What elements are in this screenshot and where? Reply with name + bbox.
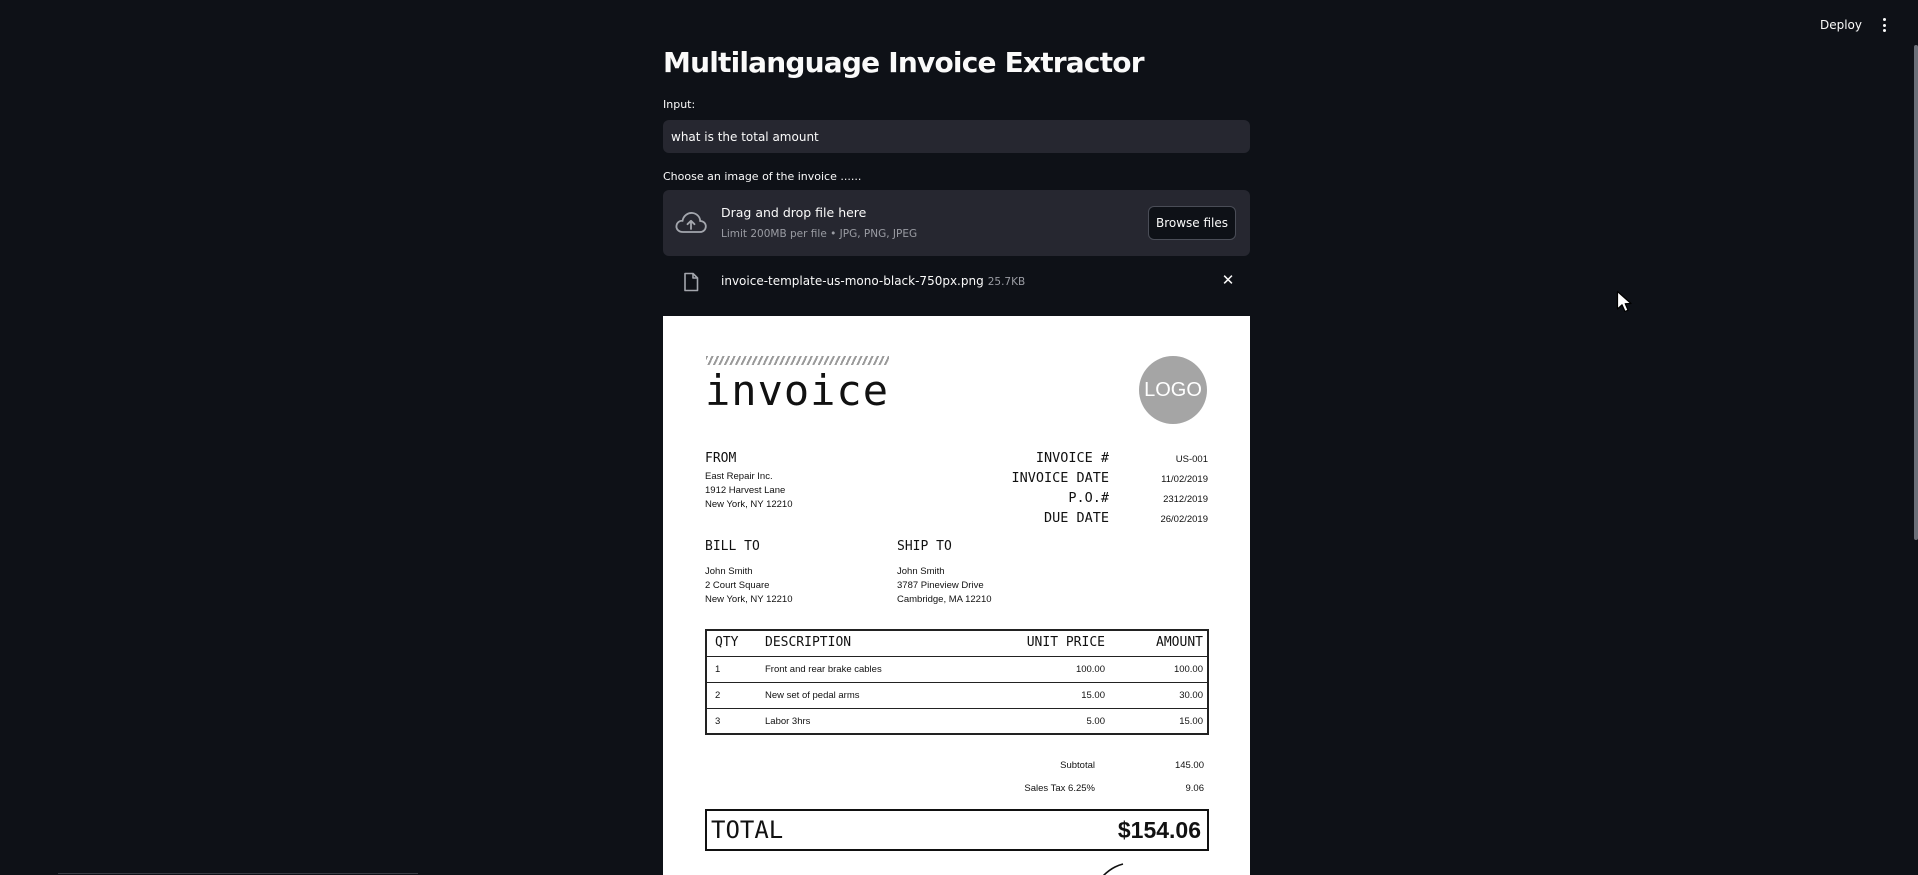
signature-mark <box>1102 863 1124 875</box>
unit-price-cell: 5.00 <box>1086 716 1106 727</box>
deploy-button[interactable]: Deploy <box>1816 16 1866 34</box>
cloud-upload-icon <box>675 212 707 233</box>
invoice-image-preview: invoice LOGO FROM East Repair Inc. 1912 … <box>663 316 1250 875</box>
mouse-pointer-icon <box>1616 290 1632 313</box>
ship-to-line: John Smith <box>897 566 945 577</box>
description-cell: New set of pedal arms <box>765 690 860 701</box>
bill-to-line: New York, NY 12210 <box>705 594 793 605</box>
qty-cell: 3 <box>715 716 721 727</box>
column-header: QTY <box>715 635 739 650</box>
column-header: UNIT PRICE <box>1026 635 1105 650</box>
from-line: East Repair Inc. <box>705 471 773 482</box>
table-header-row: QTY DESCRIPTION UNIT PRICE AMOUNT <box>707 631 1207 657</box>
amount-cell: 15.00 <box>1179 716 1203 727</box>
meta-value: 11/02/2019 <box>1161 474 1208 485</box>
ship-to-label: SHIP TO <box>897 539 952 554</box>
file-size: 25.7KB <box>987 276 1026 288</box>
column-header: DESCRIPTION <box>765 635 852 650</box>
tax-value: 9.06 <box>1185 783 1205 794</box>
from-address: East Repair Inc. 1912 Harvest Lane New Y… <box>705 470 793 512</box>
file-icon <box>684 272 699 292</box>
bill-to-address: John Smith 2 Court Square New York, NY 1… <box>705 565 793 607</box>
ship-to-line: Cambridge, MA 12210 <box>897 594 992 605</box>
meta-key: P.O.# <box>1068 490 1109 506</box>
scrollbar[interactable] <box>1914 45 1918 540</box>
description-cell: Labor 3hrs <box>765 716 811 727</box>
bill-to-line: 2 Court Square <box>705 580 770 591</box>
qty-cell: 1 <box>715 664 721 675</box>
uploaded-file-row: invoice-template-us-mono-black-750px.png… <box>663 266 1250 298</box>
amount-cell: 30.00 <box>1179 690 1203 701</box>
line-items-table: QTY DESCRIPTION UNIT PRICE AMOUNT 1 Fron… <box>705 629 1209 735</box>
total-box: TOTAL $154.06 <box>705 809 1209 851</box>
total-label: TOTAL <box>711 816 784 844</box>
meta-value: 26/02/2019 <box>1160 514 1208 525</box>
question-input[interactable] <box>663 120 1250 153</box>
close-icon[interactable]: ✕ <box>1220 272 1236 288</box>
amount-cell: 100.00 <box>1173 664 1203 675</box>
uploaded-file-name: invoice-template-us-mono-black-750px.png… <box>721 274 1025 288</box>
uploader-label: Choose an image of the invoice ...... <box>663 170 862 183</box>
table-row: 1 Front and rear brake cables 100.00 100… <box>707 657 1207 683</box>
bill-to-line: John Smith <box>705 566 753 577</box>
ship-to-address: John Smith 3787 Pineview Drive Cambridge… <box>897 565 992 607</box>
from-line: New York, NY 12210 <box>705 499 793 510</box>
description-cell: Front and rear brake cables <box>765 664 882 675</box>
browse-files-button[interactable]: Browse files <box>1148 206 1236 240</box>
subtotal-label: Subtotal <box>1060 760 1095 771</box>
page-title: Multilanguage Invoice Extractor <box>663 46 1145 79</box>
column-header: AMOUNT <box>1156 635 1203 650</box>
bill-to-label: BILL TO <box>705 539 760 554</box>
meta-value: 2312/2019 <box>1163 494 1208 505</box>
tax-label: Sales Tax 6.25% <box>1024 783 1095 794</box>
drop-title: Drag and drop file here <box>721 205 867 220</box>
meta-key: INVOICE # <box>1035 450 1109 466</box>
input-label: Input: <box>663 98 696 111</box>
hatch-decoration <box>706 356 889 365</box>
total-value: $154.06 <box>1117 817 1201 843</box>
top-toolbar: Deploy <box>0 0 1918 50</box>
subtotal-value: 145.00 <box>1174 760 1204 771</box>
file-dropzone[interactable]: Drag and drop file here Limit 200MB per … <box>663 190 1250 256</box>
drop-limit-text: Limit 200MB per file • JPG, PNG, JPEG <box>721 228 918 240</box>
unit-price-cell: 100.00 <box>1075 664 1105 675</box>
from-label: FROM <box>705 451 737 466</box>
meta-key: INVOICE DATE <box>1011 470 1109 486</box>
meta-key: DUE DATE <box>1043 510 1109 526</box>
ship-to-line: 3787 Pineview Drive <box>897 580 984 591</box>
file-name-text: invoice-template-us-mono-black-750px.png <box>721 274 984 288</box>
table-row: 3 Labor 3hrs 5.00 15.00 <box>707 709 1207 735</box>
meta-value: US-001 <box>1175 454 1208 465</box>
from-line: 1912 Harvest Lane <box>705 485 786 496</box>
table-row: 2 New set of pedal arms 15.00 30.00 <box>707 683 1207 709</box>
divider <box>58 873 418 874</box>
unit-price-cell: 15.00 <box>1081 690 1105 701</box>
kebab-menu-icon[interactable] <box>1878 16 1890 34</box>
qty-cell: 2 <box>715 690 721 701</box>
invoice-heading: invoice <box>705 366 890 415</box>
logo-placeholder: LOGO <box>1139 356 1207 424</box>
